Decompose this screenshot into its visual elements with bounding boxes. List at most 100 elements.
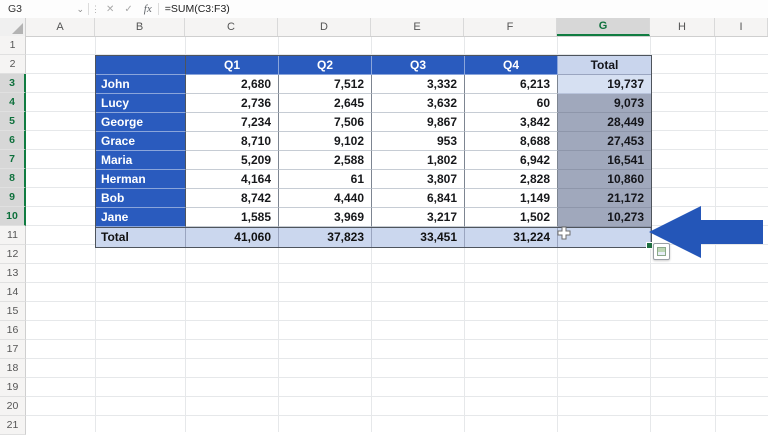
header-total[interactable]: Total [558, 56, 651, 75]
cell-q4[interactable]: 1,502 [465, 208, 558, 227]
cell-total-selected[interactable]: 16,541 [558, 151, 651, 170]
column-header[interactable]: A [26, 18, 95, 36]
cell-q2[interactable]: 9,102 [279, 132, 372, 151]
row-header[interactable]: 14 [0, 283, 26, 302]
row-header[interactable]: 17 [0, 340, 26, 359]
row-header[interactable]: 21 [0, 416, 26, 435]
cell-q4[interactable]: 60 [465, 94, 558, 113]
row-header[interactable]: 6 [0, 131, 26, 150]
cell-q4[interactable]: 3,842 [465, 113, 558, 132]
total-q1[interactable]: 41,060 [186, 228, 279, 247]
formula-input[interactable]: =SUM(C3:F3) [159, 3, 230, 15]
cell-q3[interactable]: 3,807 [372, 170, 465, 189]
name-box-chevron-icon[interactable]: ⌄ [76, 4, 84, 15]
cell-q2[interactable]: 7,512 [279, 75, 372, 94]
cell-total-selected[interactable]: 9,073 [558, 94, 651, 113]
column-header[interactable]: I [715, 18, 768, 36]
cell-name[interactable]: Bob [96, 189, 186, 208]
cell-q1[interactable]: 5,209 [186, 151, 279, 170]
header-q1[interactable]: Q1 [186, 56, 279, 75]
cell-q2[interactable]: 3,969 [279, 208, 372, 227]
column-header[interactable]: G [557, 18, 650, 36]
row-header[interactable]: 16 [0, 321, 26, 340]
total-row-label[interactable]: Total [96, 228, 186, 247]
cell-q1[interactable]: 2,680 [186, 75, 279, 94]
cell-q2[interactable]: 2,588 [279, 151, 372, 170]
cell-total-selected[interactable]: 21,172 [558, 189, 651, 208]
cell-q2[interactable]: 61 [279, 170, 372, 189]
row-header[interactable]: 3 [0, 74, 26, 93]
row-header[interactable]: 12 [0, 245, 26, 264]
column-header[interactable]: F [464, 18, 557, 36]
row-header[interactable]: 2 [0, 55, 26, 74]
enter-icon[interactable]: ✓ [119, 4, 137, 15]
cell-total-selected[interactable]: 28,449 [558, 113, 651, 132]
total-q4[interactable]: 31,224 [465, 228, 558, 247]
cell-name[interactable]: Maria [96, 151, 186, 170]
column-header[interactable]: C [185, 18, 278, 36]
cell-q3[interactable]: 953 [372, 132, 465, 151]
cell-total-selected[interactable]: 19,737 [558, 75, 651, 94]
cell-q2[interactable]: 4,440 [279, 189, 372, 208]
header-q4[interactable]: Q4 [465, 56, 558, 75]
cell-q1[interactable]: 8,710 [186, 132, 279, 151]
cell-q3[interactable]: 3,217 [372, 208, 465, 227]
column-header[interactable]: D [278, 18, 371, 36]
table-header-row: Q1 Q2 Q3 Q4 Total [96, 56, 651, 75]
cell-name[interactable]: John [96, 75, 186, 94]
cell-b2-corner[interactable] [96, 56, 186, 75]
cell-total-selected[interactable]: 10,860 [558, 170, 651, 189]
row-header[interactable]: 18 [0, 359, 26, 378]
cell-q1[interactable]: 8,742 [186, 189, 279, 208]
cell-q4[interactable]: 6,213 [465, 75, 558, 94]
column-header[interactable]: E [371, 18, 464, 36]
cell-q4[interactable]: 8,688 [465, 132, 558, 151]
cell-q1[interactable]: 2,736 [186, 94, 279, 113]
cell-name[interactable]: Jane [96, 208, 186, 227]
cell-q1[interactable]: 1,585 [186, 208, 279, 227]
row-header[interactable]: 8 [0, 169, 26, 188]
cell-cursor-plus-icon [557, 226, 571, 240]
cell-q4[interactable]: 2,828 [465, 170, 558, 189]
cell-q1[interactable]: 4,164 [186, 170, 279, 189]
cell-q3[interactable]: 9,867 [372, 113, 465, 132]
header-q2[interactable]: Q2 [279, 56, 372, 75]
column-header[interactable]: H [650, 18, 715, 36]
cell-name[interactable]: Lucy [96, 94, 186, 113]
cell-q4[interactable]: 6,942 [465, 151, 558, 170]
select-all-button[interactable] [0, 18, 26, 36]
cell-total-selected[interactable]: 10,273 [558, 208, 651, 227]
row-header[interactable]: 10 [0, 207, 26, 226]
cell-name[interactable]: George [96, 113, 186, 132]
row-header[interactable]: 19 [0, 378, 26, 397]
total-q3[interactable]: 33,451 [372, 228, 465, 247]
cell-q3[interactable]: 1,802 [372, 151, 465, 170]
insert-function-icon[interactable]: fx [138, 3, 158, 15]
cell-name[interactable]: Herman [96, 170, 186, 189]
row-header[interactable]: 5 [0, 112, 26, 131]
cancel-icon[interactable]: ✕ [101, 4, 119, 15]
cell-q1[interactable]: 7,234 [186, 113, 279, 132]
row-header[interactable]: 7 [0, 150, 26, 169]
total-grand-cell[interactable] [558, 228, 651, 247]
total-q2[interactable]: 37,823 [279, 228, 372, 247]
header-q3[interactable]: Q3 [372, 56, 465, 75]
row-header[interactable]: 11 [0, 226, 26, 245]
column-header[interactable]: B [95, 18, 185, 36]
row-header[interactable]: 20 [0, 397, 26, 416]
cell-name[interactable]: Grace [96, 132, 186, 151]
cell-q3[interactable]: 3,332 [372, 75, 465, 94]
row-header[interactable]: 4 [0, 93, 26, 112]
cell-q3[interactable]: 6,841 [372, 189, 465, 208]
row-header[interactable]: 9 [0, 188, 26, 207]
cell-q4[interactable]: 1,149 [465, 189, 558, 208]
column-header-row: ABCDEFGHI [0, 18, 768, 37]
cell-q2[interactable]: 7,506 [279, 113, 372, 132]
row-header[interactable]: 13 [0, 264, 26, 283]
row-header[interactable]: 1 [0, 36, 26, 55]
cell-q2[interactable]: 2,645 [279, 94, 372, 113]
row-header[interactable]: 15 [0, 302, 26, 321]
cell-q3[interactable]: 3,632 [372, 94, 465, 113]
name-box[interactable]: G3 ⌄ [0, 0, 88, 18]
cell-total-selected[interactable]: 27,453 [558, 132, 651, 151]
